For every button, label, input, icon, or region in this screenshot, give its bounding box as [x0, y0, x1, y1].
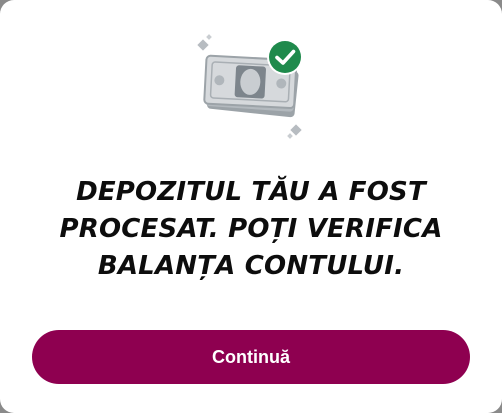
deposit-success-dialog: Depozitul tău a fost procesat. Poți veri… — [0, 0, 502, 413]
checkmark-badge-icon — [267, 39, 303, 75]
continue-button-label: Continuă — [212, 346, 290, 367]
deposit-processed-message: Depozitul tău a fost procesat. Poți veri… — [59, 177, 443, 281]
sparkle-icon — [197, 39, 209, 51]
sparkle-icon — [290, 124, 302, 136]
sparkle-icon — [287, 133, 293, 139]
continue-button[interactable]: Continuă — [32, 330, 470, 384]
cash-stack-icon — [197, 34, 303, 139]
sparkle-icon — [206, 34, 212, 40]
cash-success-illustration — [195, 33, 310, 143]
